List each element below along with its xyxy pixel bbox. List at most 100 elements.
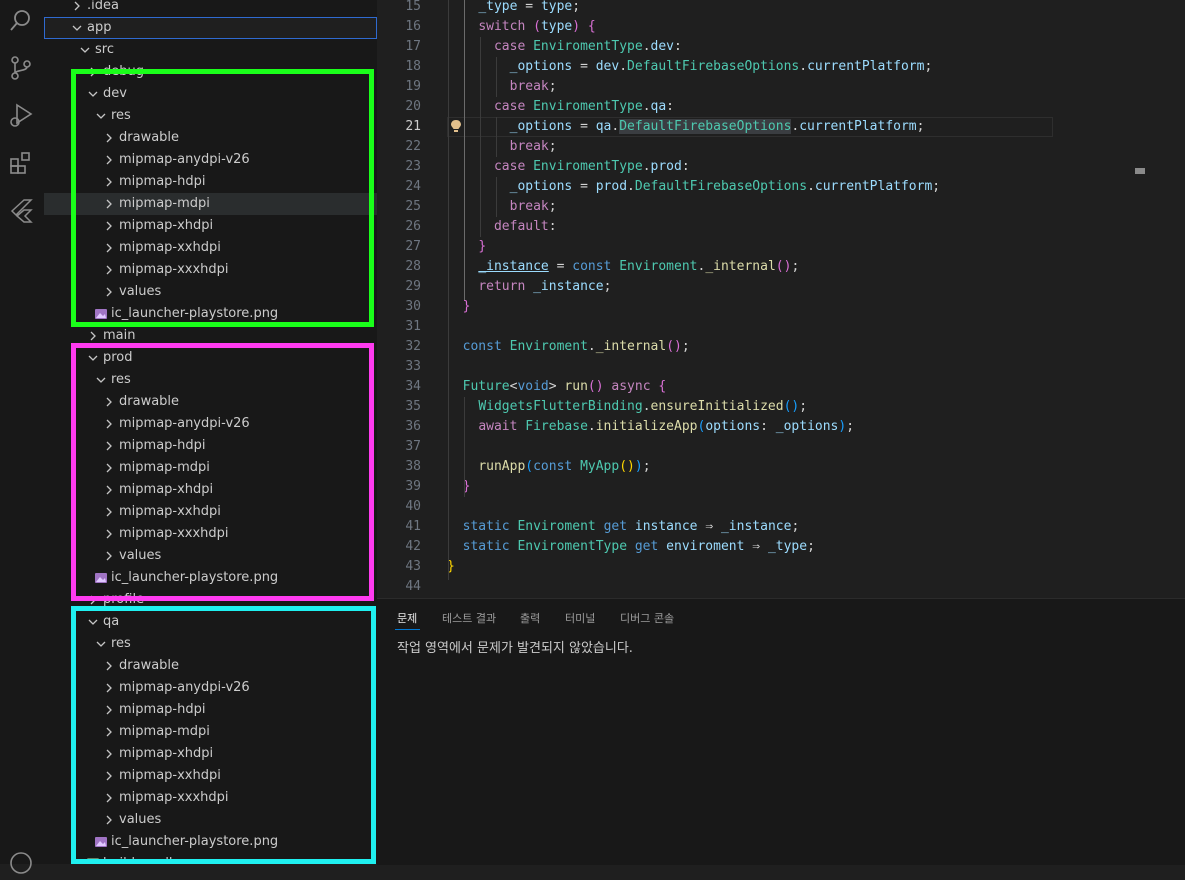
code-line[interactable]: 21 _options = qa.DefaultFirebaseOptions.…: [377, 117, 1185, 137]
code-line[interactable]: 35 WidgetsFlutterBinding.ensureInitializ…: [377, 397, 1185, 417]
chevron-right-icon[interactable]: [102, 193, 116, 215]
code-line[interactable]: 25 break;: [377, 197, 1185, 217]
chevron-right-icon[interactable]: [86, 325, 100, 347]
chevron-right-icon[interactable]: [70, 0, 84, 17]
account-icon[interactable]: [8, 850, 34, 876]
extensions-icon[interactable]: [8, 150, 34, 176]
flutter-icon[interactable]: [8, 198, 34, 224]
folder-mipmap-mdpi[interactable]: mipmap-mdpi: [44, 721, 377, 743]
chevron-right-icon[interactable]: [102, 743, 116, 765]
folder-mipmap-hdpi[interactable]: mipmap-hdpi: [44, 171, 377, 193]
code-line[interactable]: 15 _type = type;: [377, 0, 1185, 17]
chevron-down-icon[interactable]: [86, 83, 100, 105]
chevron-down-icon[interactable]: [78, 39, 92, 61]
code-line[interactable]: 39 }: [377, 477, 1185, 497]
chevron-right-icon[interactable]: [102, 391, 116, 413]
code-line[interactable]: 28 _instance = const Enviroment._interna…: [377, 257, 1185, 277]
chevron-down-icon[interactable]: [70, 17, 84, 39]
search-icon[interactable]: [8, 8, 34, 34]
chevron-right-icon[interactable]: [102, 435, 116, 457]
folder-debug[interactable]: debug: [44, 61, 377, 83]
code-line[interactable]: 31: [377, 317, 1185, 337]
chevron-right-icon[interactable]: [102, 787, 116, 809]
code-line[interactable]: 29 return _instance;: [377, 277, 1185, 297]
chevron-right-icon[interactable]: [102, 501, 116, 523]
tab-problems[interactable]: 문제: [397, 610, 417, 626]
folder-src[interactable]: src: [44, 39, 377, 61]
code-line[interactable]: 44: [377, 577, 1185, 597]
chevron-down-icon[interactable]: [94, 369, 108, 391]
folder-mipmap-anydpi-v26[interactable]: mipmap-anydpi-v26: [44, 413, 377, 435]
code-line[interactable]: 27 }: [377, 237, 1185, 257]
code-line[interactable]: 19 break;: [377, 77, 1185, 97]
code-line[interactable]: 32 const Enviroment._internal();: [377, 337, 1185, 357]
code-line[interactable]: 22 break;: [377, 137, 1185, 157]
chevron-right-icon[interactable]: [86, 61, 100, 83]
folder-qa[interactable]: qa: [44, 611, 377, 633]
file-build-gradle[interactable]: build.gradle: [44, 853, 377, 864]
scrollbar-thumb-marker[interactable]: [1135, 168, 1145, 174]
file-ic-launcher-playstore-png[interactable]: ic_launcher-playstore.png: [44, 303, 377, 325]
folder-drawable[interactable]: drawable: [44, 655, 377, 677]
folder-app[interactable]: app: [44, 17, 377, 39]
folder-mipmap-anydpi-v26[interactable]: mipmap-anydpi-v26: [44, 677, 377, 699]
folder-mipmap-xhdpi[interactable]: mipmap-xhdpi: [44, 215, 377, 237]
code-line[interactable]: 20 case EnviromentType.qa:: [377, 97, 1185, 117]
folder-mipmap-xxhdpi[interactable]: mipmap-xxhdpi: [44, 237, 377, 259]
code-line[interactable]: 41 static Enviroment get instance ⇒ _ins…: [377, 517, 1185, 537]
folder-drawable[interactable]: drawable: [44, 127, 377, 149]
tab-debug-console[interactable]: 디버그 콘솔: [620, 610, 674, 626]
tab-terminal[interactable]: 터미널: [565, 610, 595, 626]
code-line[interactable]: 23 case EnviromentType.prod:: [377, 157, 1185, 177]
folder-mipmap-xhdpi[interactable]: mipmap-xhdpi: [44, 479, 377, 501]
chevron-right-icon[interactable]: [102, 545, 116, 567]
code-line[interactable]: 16 switch (type) {: [377, 17, 1185, 37]
folder-mipmap-hdpi[interactable]: mipmap-hdpi: [44, 699, 377, 721]
folder-main[interactable]: main: [44, 325, 377, 347]
folder-prod[interactable]: prod: [44, 347, 377, 369]
folder-mipmap-anydpi-v26[interactable]: mipmap-anydpi-v26: [44, 149, 377, 171]
folder-values[interactable]: values: [44, 281, 377, 303]
folder-res[interactable]: res: [44, 369, 377, 391]
tab-test-results[interactable]: 테스트 결과: [442, 610, 496, 626]
code-line[interactable]: 36 await Firebase.initializeApp(options:…: [377, 417, 1185, 437]
folder-res[interactable]: res: [44, 105, 377, 127]
chevron-right-icon[interactable]: [102, 259, 116, 281]
chevron-right-icon[interactable]: [102, 281, 116, 303]
chevron-right-icon[interactable]: [102, 699, 116, 721]
folder-dev[interactable]: dev: [44, 83, 377, 105]
chevron-right-icon[interactable]: [102, 677, 116, 699]
code-line[interactable]: 38 runApp(const MyApp());: [377, 457, 1185, 477]
code-line[interactable]: 26 default:: [377, 217, 1185, 237]
code-line[interactable]: 40: [377, 497, 1185, 517]
chevron-right-icon[interactable]: [102, 479, 116, 501]
code-line[interactable]: 17 case EnviromentType.dev:: [377, 37, 1185, 57]
chevron-right-icon[interactable]: [102, 413, 116, 435]
folder-values[interactable]: values: [44, 809, 377, 831]
chevron-right-icon[interactable]: [102, 127, 116, 149]
code-editor[interactable]: 15 _type = type; 16 switch (type) {17 cas…: [377, 0, 1185, 598]
folder-values[interactable]: values: [44, 545, 377, 567]
chevron-down-icon[interactable]: [94, 105, 108, 127]
folder-mipmap-xhdpi[interactable]: mipmap-xhdpi: [44, 743, 377, 765]
chevron-right-icon[interactable]: [102, 523, 116, 545]
chevron-right-icon[interactable]: [102, 765, 116, 787]
chevron-right-icon[interactable]: [102, 149, 116, 171]
chevron-down-icon[interactable]: [86, 611, 100, 633]
code-line[interactable]: 30 }: [377, 297, 1185, 317]
chevron-down-icon[interactable]: [86, 347, 100, 369]
chevron-right-icon[interactable]: [102, 237, 116, 259]
code-line[interactable]: 18 _options = dev.DefaultFirebaseOptions…: [377, 57, 1185, 77]
chevron-right-icon[interactable]: [102, 457, 116, 479]
chevron-right-icon[interactable]: [102, 721, 116, 743]
folder-mipmap-mdpi[interactable]: mipmap-mdpi: [44, 457, 377, 479]
run-debug-icon[interactable]: [8, 102, 34, 128]
folder-res[interactable]: res: [44, 633, 377, 655]
folder-profile[interactable]: profile: [44, 589, 377, 611]
chevron-right-icon[interactable]: [102, 215, 116, 237]
folder-mipmap-xxhdpi[interactable]: mipmap-xxhdpi: [44, 765, 377, 787]
folder-mipmap-hdpi[interactable]: mipmap-hdpi: [44, 435, 377, 457]
chevron-right-icon[interactable]: [86, 589, 100, 611]
chevron-right-icon[interactable]: [102, 655, 116, 677]
folder-drawable[interactable]: drawable: [44, 391, 377, 413]
